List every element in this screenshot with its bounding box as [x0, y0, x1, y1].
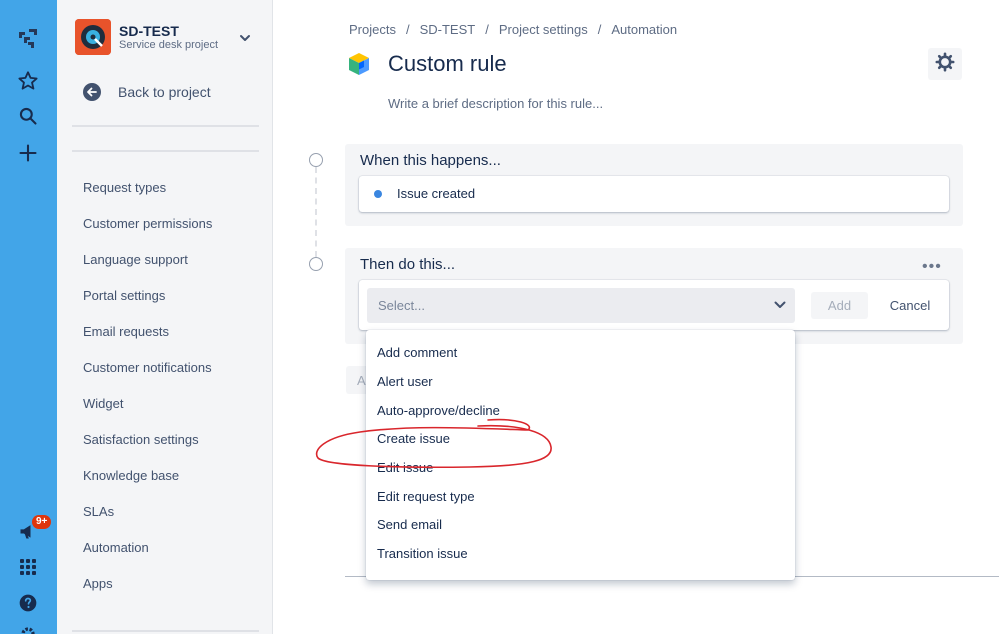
- back-to-project-link[interactable]: Back to project: [83, 83, 211, 101]
- menu-item-auto-approve-decline[interactable]: Auto-approve/decline: [377, 403, 500, 418]
- action-panel-title: Then do this...: [360, 256, 456, 273]
- menu-item-edit-issue[interactable]: Edit issue: [377, 460, 433, 475]
- sidebar-item-language-support[interactable]: Language support: [83, 252, 188, 267]
- chevron-down-icon: [773, 298, 787, 312]
- automation-cube-icon: [345, 50, 373, 78]
- breadcrumb-project[interactable]: SD-TEST: [420, 22, 476, 37]
- action-dropdown-menu: Add comment Alert user Auto-approve/decl…: [366, 330, 795, 580]
- menu-item-create-issue[interactable]: Create issue: [377, 431, 450, 446]
- star-icon[interactable]: [14, 67, 42, 95]
- back-to-project-label: Back to project: [118, 84, 211, 100]
- sidebar-item-customer-notifications[interactable]: Customer notifications: [83, 360, 212, 375]
- project-name[interactable]: SD-TEST: [119, 23, 179, 39]
- app-grid-icon[interactable]: [14, 553, 42, 581]
- gear-icon: [935, 51, 955, 77]
- more-options-icon[interactable]: •••: [922, 258, 942, 276]
- rule-description-field[interactable]: Write a brief description for this rule.…: [388, 96, 603, 111]
- sidebar-item-email-requests[interactable]: Email requests: [83, 324, 169, 339]
- breadcrumb-projects[interactable]: Projects: [349, 22, 396, 37]
- sidebar-item-customer-permissions[interactable]: Customer permissions: [83, 216, 212, 231]
- help-icon[interactable]: [14, 589, 42, 617]
- trigger-status-dot: [374, 190, 382, 198]
- sidebar-item-slas[interactable]: SLAs: [83, 504, 114, 519]
- breadcrumb-automation[interactable]: Automation: [611, 22, 677, 37]
- sidebar-item-portal-settings[interactable]: Portal settings: [83, 288, 165, 303]
- sidebar-item-widget[interactable]: Widget: [83, 396, 123, 411]
- trigger-label: Issue created: [397, 186, 476, 201]
- cancel-button[interactable]: Cancel: [881, 292, 939, 319]
- add-button[interactable]: Add: [811, 292, 868, 319]
- step-marker: [309, 153, 323, 167]
- menu-item-edit-request-type[interactable]: Edit request type: [377, 489, 475, 504]
- notification-badge: 9+: [32, 515, 52, 529]
- breadcrumb: Projects / SD-TEST / Project settings / …: [349, 22, 677, 37]
- trigger-panel: When this happens... Issue created: [345, 144, 963, 226]
- sidebar-item-request-types[interactable]: Request types: [83, 180, 166, 195]
- sidebar-item-apps[interactable]: Apps: [83, 576, 113, 591]
- sidebar-divider: [72, 125, 259, 127]
- action-select[interactable]: Select...: [367, 288, 795, 323]
- search-icon[interactable]: [14, 102, 42, 130]
- arrow-left-icon: [83, 83, 101, 101]
- trigger-card[interactable]: Issue created: [359, 176, 949, 212]
- sidebar-item-satisfaction-settings[interactable]: Satisfaction settings: [83, 432, 199, 447]
- sidebar-divider: [72, 150, 259, 152]
- breadcrumb-separator: /: [485, 22, 489, 37]
- sidebar-item-automation[interactable]: Automation: [83, 540, 149, 555]
- menu-item-transition-issue[interactable]: Transition issue: [377, 546, 468, 561]
- jira-logo-icon[interactable]: [14, 24, 42, 52]
- menu-item-send-email[interactable]: Send email: [377, 517, 442, 532]
- trigger-panel-title: When this happens...: [360, 152, 501, 169]
- sidebar-item-knowledge-base[interactable]: Knowledge base: [83, 468, 179, 483]
- breadcrumb-separator: /: [597, 22, 602, 37]
- plus-icon[interactable]: [14, 139, 42, 167]
- action-select-placeholder: Select...: [378, 298, 425, 313]
- project-type: Service desk project: [119, 39, 219, 51]
- rule-settings-button[interactable]: [928, 48, 962, 80]
- chevron-down-icon[interactable]: [237, 30, 253, 46]
- breadcrumb-separator: /: [405, 22, 410, 37]
- project-sidebar: SD-TEST Service desk project Back to pro…: [57, 0, 273, 634]
- global-nav: 9+: [0, 0, 57, 634]
- menu-item-add-comment[interactable]: Add comment: [377, 345, 457, 360]
- step-marker: [309, 257, 323, 271]
- sidebar-divider: [72, 630, 259, 632]
- settings-icon[interactable]: [14, 620, 42, 634]
- step-connector: [315, 167, 317, 257]
- breadcrumb-project-settings[interactable]: Project settings: [499, 22, 588, 37]
- page-title[interactable]: Custom rule: [388, 51, 507, 77]
- project-avatar: [75, 19, 111, 55]
- menu-item-alert-user[interactable]: Alert user: [377, 374, 433, 389]
